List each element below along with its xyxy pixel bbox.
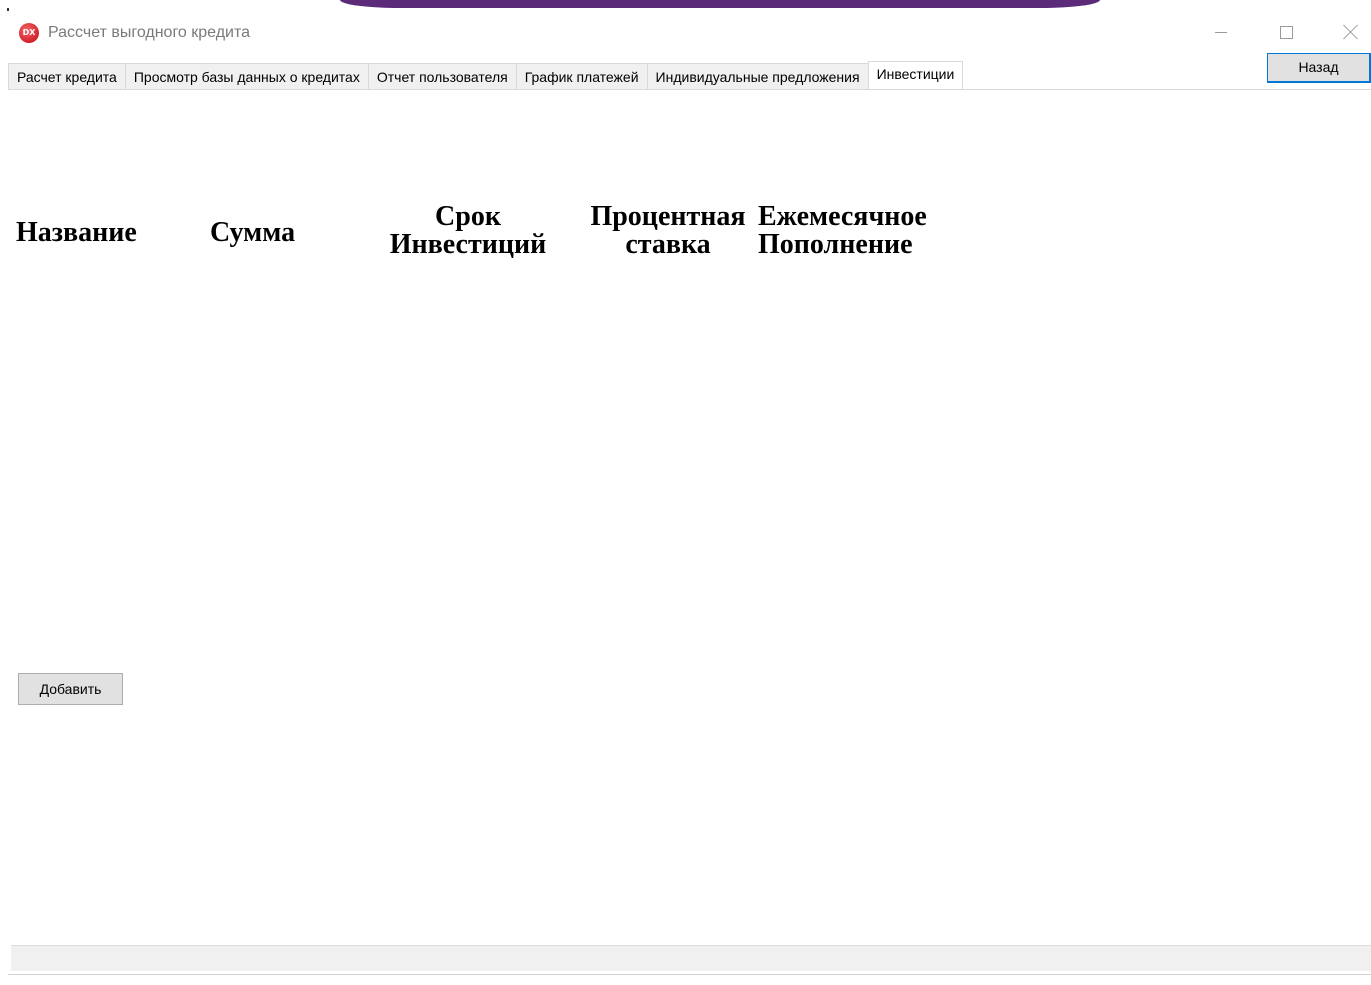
tab-loan-calculation[interactable]: Расчет кредита — [8, 63, 125, 90]
maximize-icon — [1279, 25, 1293, 39]
column-header-monthly-line1: Ежемесячное — [758, 201, 927, 232]
maximize-button[interactable] — [1263, 14, 1309, 50]
column-header-name: Название — [16, 217, 137, 248]
column-header-sum: Сумма — [210, 217, 296, 248]
close-icon — [1343, 24, 1359, 40]
corner-mark — [7, 8, 9, 11]
top-accent-bar — [340, 0, 1100, 8]
column-header-rate: Процентная ставка — [584, 203, 752, 259]
tab-individual-offers[interactable]: Индивидуальные предложения — [646, 63, 868, 90]
tab-loan-database[interactable]: Просмотр базы данных о кредитах — [124, 63, 368, 90]
title-bar[interactable]: DX Рассчет выгодного кредита — [0, 14, 1371, 50]
close-button[interactable] — [1328, 14, 1371, 50]
back-button[interactable]: Назад — [1267, 53, 1371, 83]
column-header-term-line2: Инвестиций — [389, 229, 547, 260]
column-header-rate-line1: Процентная — [590, 201, 746, 232]
minimize-button[interactable] — [1198, 14, 1244, 50]
add-button[interactable]: Добавить — [18, 673, 123, 705]
tab-payment-schedule[interactable]: График платежей — [515, 63, 647, 90]
column-header-rate-line2: ставка — [625, 229, 711, 260]
tab-investments[interactable]: Инвестиции — [867, 61, 964, 90]
column-header-term: Срок Инвестиций — [384, 203, 552, 259]
column-header-term-line1: Срок — [435, 201, 501, 232]
window-title: Рассчет выгодного кредита — [48, 24, 251, 41]
tab-divider — [8, 89, 1371, 90]
app-logo-icon: DX — [19, 23, 39, 43]
status-bar — [11, 945, 1371, 971]
column-header-monthly: Ежемесячное Пополнение — [758, 203, 927, 259]
app-window: DX Рассчет выгодного кредита Расчет кред… — [0, 0, 1371, 985]
minimize-icon — [1215, 31, 1227, 33]
tab-strip: Расчет кредита Просмотр базы данных о кр… — [8, 61, 964, 90]
tab-user-report[interactable]: Отчет пользователя — [367, 63, 516, 90]
bottom-divider — [8, 974, 1371, 975]
column-header-monthly-line2: Пополнение — [758, 229, 913, 260]
